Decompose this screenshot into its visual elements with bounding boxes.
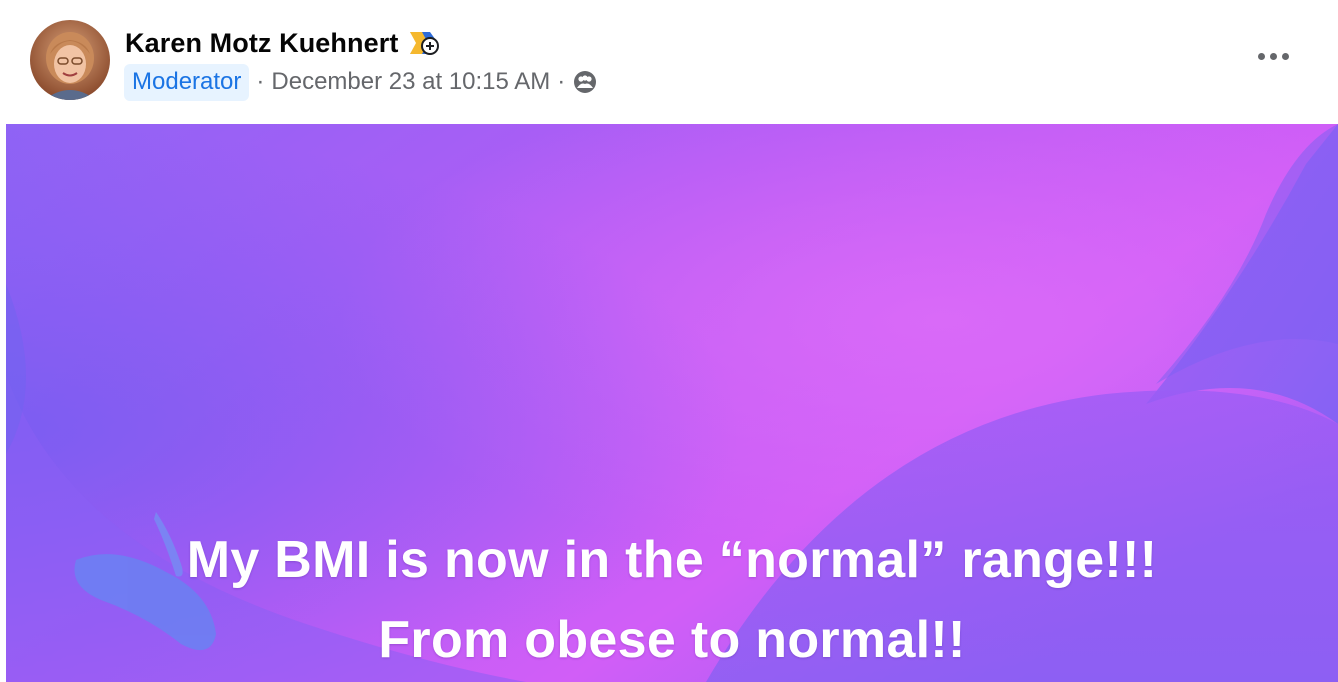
moderator-badge[interactable]: Moderator: [124, 63, 250, 101]
post-text-line-1: My BMI is now in the “normal” range!!!: [186, 531, 1158, 589]
meta-separator: ·: [256, 68, 265, 95]
post-meta: Moderator · December 23 at 10:15 AM ·: [124, 62, 598, 102]
avatar-image: [30, 20, 110, 100]
post-card: Karen Motz Kuehnert Moderator · December…: [0, 0, 1338, 682]
post-header: Karen Motz Kuehnert Moderator · December…: [0, 0, 1338, 124]
author-name[interactable]: Karen Motz Kuehnert: [125, 28, 398, 59]
top-fan-badge-icon[interactable]: [408, 29, 442, 57]
post-text: My BMI is now in the “normal” range!!! F…: [6, 520, 1338, 680]
author-avatar[interactable]: [30, 20, 110, 100]
post-timestamp[interactable]: December 23 at 10:15 AM: [271, 68, 550, 96]
author-line: Karen Motz Kuehnert: [125, 26, 442, 60]
post-text-line-2: From obese to normal!!: [378, 611, 966, 669]
meta-separator: ·: [557, 68, 566, 95]
more-options-icon: [1257, 52, 1265, 60]
post-background-media[interactable]: My BMI is now in the “normal” range!!! F…: [6, 124, 1338, 682]
group-privacy-icon[interactable]: [572, 69, 598, 95]
more-options-button[interactable]: [1250, 38, 1296, 74]
